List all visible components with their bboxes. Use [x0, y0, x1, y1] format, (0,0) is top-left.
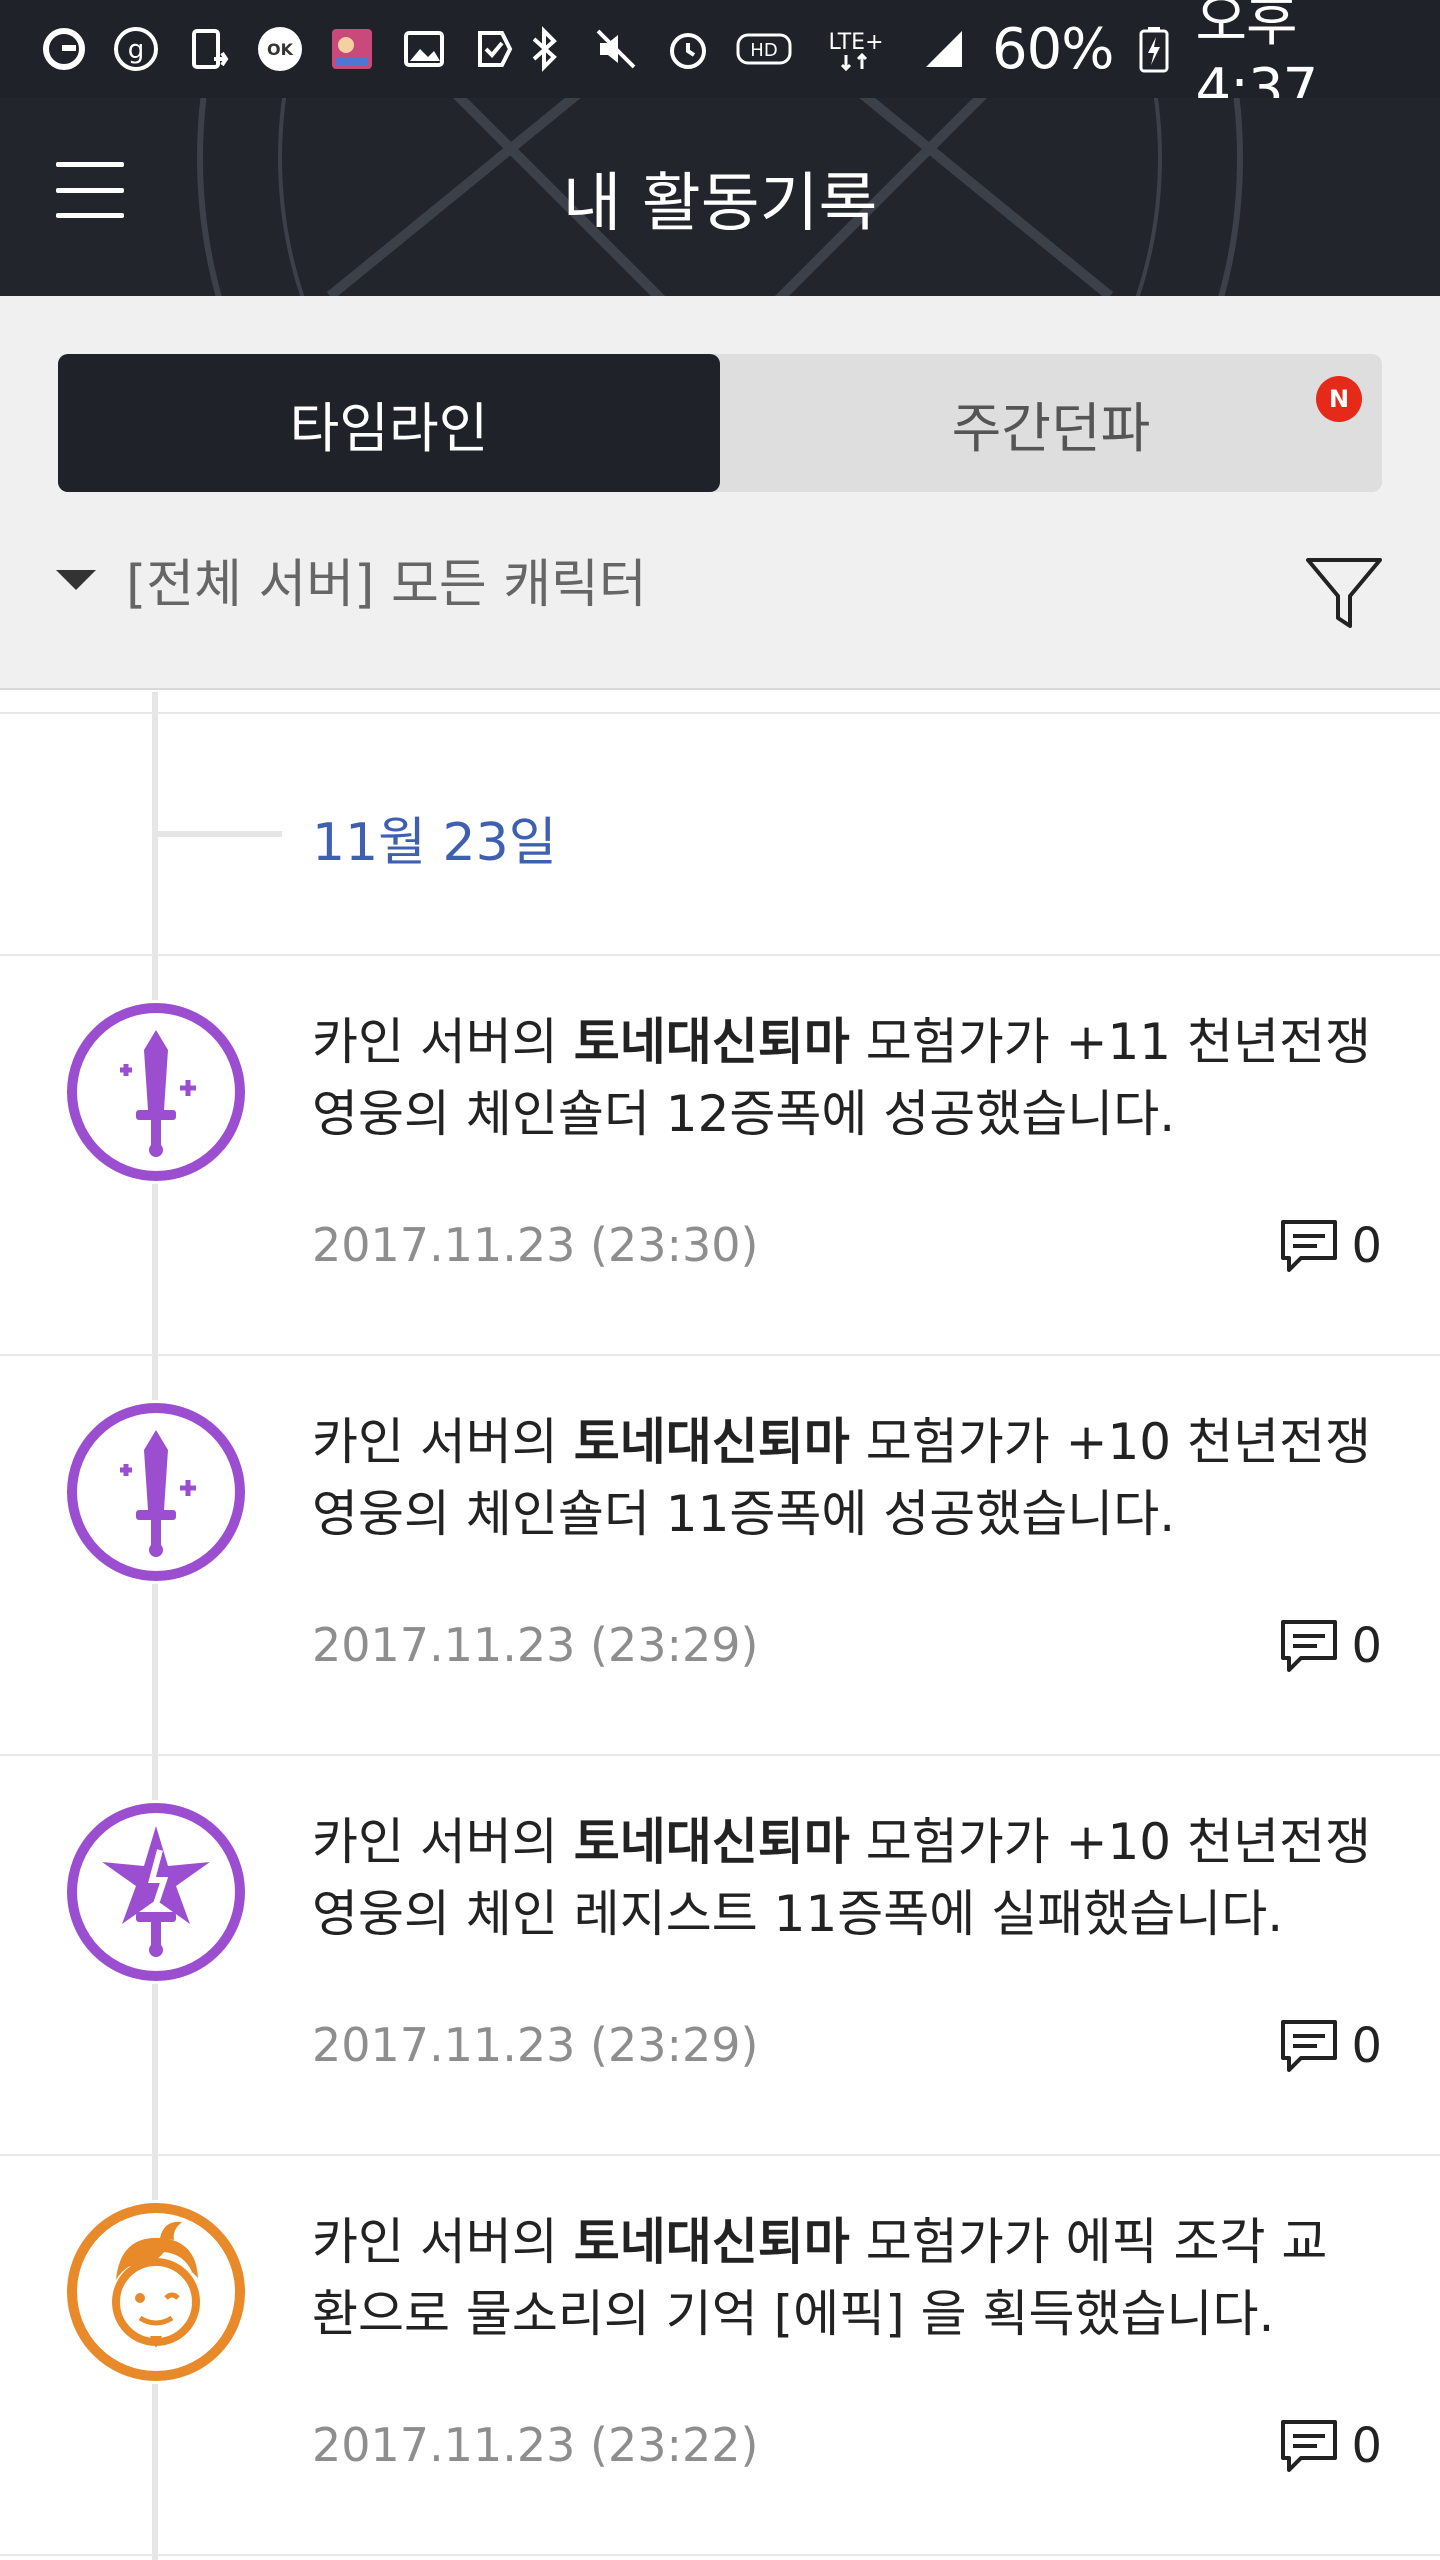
g-circle-icon — [40, 25, 88, 73]
timeline-entry[interactable]: 카인 서버의 토네대신퇴마 모험가가 +10 천년전쟁 영웅의 체인 레지스트 … — [0, 1756, 1440, 2156]
svg-text:LTE+: LTE+ — [829, 30, 884, 55]
timeline-entry[interactable]: 카인 서버의 토네대신퇴마 모험가가 +10 천년전쟁 영웅의 체인숄더 11증… — [0, 1356, 1440, 1756]
page-title: 내 활동기록 — [562, 167, 878, 241]
mute-icon — [592, 25, 640, 73]
character-name: 토네대신퇴마 — [573, 2213, 850, 2271]
entry-message: 카인 서버의 토네대신퇴마 모험가가 +11 천년전쟁 영웅의 체인숄더 12증… — [312, 1006, 1372, 1150]
comment-count: 0 — [1351, 1618, 1382, 1674]
timeline-entry[interactable]: 카인 서버의 토네대신퇴마 모험가가 에픽 조각 교환으로 물소리의 기억 [에… — [0, 2156, 1440, 2556]
battery-charging-icon — [1137, 25, 1171, 73]
comment-count: 0 — [1351, 1218, 1382, 1274]
character-face-icon — [64, 2200, 248, 2384]
bluetooth-icon — [520, 25, 568, 73]
tab-weekly-dnf[interactable]: 주간던파 N — [720, 354, 1382, 492]
comment-icon — [1281, 1620, 1338, 1672]
comment-icon — [1281, 2420, 1338, 2472]
divider — [0, 712, 1440, 714]
controls-panel: 타임라인 주간던파 N [전체 서버] 모든 캐릭터 — [0, 296, 1440, 690]
caret-down-icon — [56, 569, 96, 590]
hd-icon: HD — [736, 25, 792, 73]
g-badge-icon: g — [112, 25, 160, 73]
status-notification-icons: g OK — [40, 25, 520, 73]
svg-text:g: g — [128, 35, 145, 65]
sword-upgrade-icon — [64, 1000, 248, 1184]
ok-cashbag-icon: OK — [256, 25, 304, 73]
server-character-label: [전체 서버] 모든 캐릭터 — [126, 555, 647, 615]
entry-message: 카인 서버의 토네대신퇴마 모험가가 +10 천년전쟁 영웅의 체인 레지스트 … — [312, 1806, 1372, 1950]
entry-message: 카인 서버의 토네대신퇴마 모험가가 에픽 조각 교환으로 물소리의 기억 [에… — [312, 2206, 1372, 2350]
status-bar: g OK HD LTE+ 60% 오후 4:37 — [0, 0, 1440, 122]
tab-timeline[interactable]: 타임라인 — [58, 354, 720, 492]
broken-sword-icon — [64, 1800, 248, 1984]
alarm-icon — [664, 25, 712, 73]
entry-message: 카인 서버의 토네대신퇴마 모험가가 +10 천년전쟁 영웅의 체인숄더 11증… — [312, 1406, 1372, 1550]
check-icon — [472, 25, 520, 73]
character-name: 토네대신퇴마 — [573, 1813, 850, 1871]
svg-text:OK: OK — [267, 40, 294, 59]
entry-timestamp: 2017.11.23 (23:22) — [312, 2418, 759, 2472]
timeline-entry[interactable]: 카인 서버의 토네대신퇴마 모험가가 +11 천년전쟁 영웅의 체인숄더 12증… — [0, 956, 1440, 1356]
app-header: 내 활동기록 — [0, 98, 1440, 296]
comment-icon — [1281, 2020, 1338, 2072]
comment-icon — [1281, 1220, 1338, 1272]
svg-text:HD: HD — [750, 40, 777, 61]
tab-timeline-label: 타임라인 — [289, 396, 489, 460]
sword-upgrade-icon — [64, 1400, 248, 1584]
comment-button[interactable]: 0 — [1277, 2414, 1382, 2478]
lte-icon: LTE+ — [816, 25, 896, 73]
tab-weekly-dnf-label: 주간던파 — [951, 396, 1151, 460]
timeline-list: 11월 23일 카인 서버의 토네대신퇴마 모험가가 +11 천년전쟁 영웅의 … — [0, 692, 1440, 2560]
message-prefix: 카인 서버의 — [312, 1013, 574, 1071]
date-connector — [158, 831, 282, 837]
message-prefix: 카인 서버의 — [312, 1413, 574, 1471]
date-header: 11월 23일 — [312, 813, 557, 873]
battery-percent: 60% — [992, 16, 1114, 82]
comment-button[interactable]: 0 — [1277, 1614, 1382, 1678]
funnel-icon[interactable] — [1302, 550, 1386, 634]
image-icon — [400, 25, 448, 73]
comment-count: 0 — [1351, 2018, 1382, 2074]
message-prefix: 카인 서버의 — [312, 2213, 574, 2271]
entry-timestamp: 2017.11.23 (23:29) — [312, 1618, 759, 1672]
character-name: 토네대신퇴마 — [573, 1013, 850, 1071]
message-prefix: 카인 서버의 — [312, 1813, 574, 1871]
phone-upload-icon — [184, 25, 232, 73]
new-badge: N — [1316, 376, 1362, 422]
entry-timestamp: 2017.11.23 (23:29) — [312, 2018, 759, 2072]
signal-icon — [920, 25, 968, 73]
tab-bar: 타임라인 주간던파 N — [58, 354, 1382, 492]
comment-count: 0 — [1351, 2418, 1382, 2474]
character-name: 토네대신퇴마 — [573, 1413, 850, 1471]
comment-button[interactable]: 0 — [1277, 2014, 1382, 2078]
entry-timestamp: 2017.11.23 (23:30) — [312, 1218, 759, 1272]
game-app-icon — [328, 25, 376, 73]
server-character-dropdown[interactable]: [전체 서버] 모든 캐릭터 — [56, 542, 647, 617]
comment-button[interactable]: 0 — [1277, 1214, 1382, 1278]
